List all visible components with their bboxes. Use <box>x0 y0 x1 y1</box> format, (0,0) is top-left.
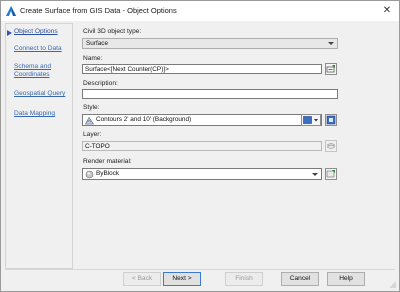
layers-icon <box>326 142 336 150</box>
material-icon <box>85 170 94 179</box>
object-type-label: Civil 3D object type: <box>83 28 142 35</box>
object-type-value: Surface <box>86 40 109 47</box>
next-button[interactable]: Next > <box>163 272 201 286</box>
nav-item-geospatial-query[interactable]: Geospatial Query <box>14 90 65 98</box>
style-edit-dropdown-button[interactable] <box>301 114 321 126</box>
render-material-browse-button[interactable] <box>325 168 337 180</box>
chevron-down-icon <box>328 42 334 45</box>
description-input[interactable] <box>82 89 338 99</box>
style-browse-button[interactable] <box>325 114 337 126</box>
style-value: Contours 2' and 10' (Background) <box>96 116 192 123</box>
footer-divider <box>5 269 395 270</box>
style-select[interactable]: Contours 2' and 10' (Background) <box>82 114 322 126</box>
wizard-nav-panel: Object Options Connect to Data Schema an… <box>5 23 73 269</box>
name-input[interactable]: Surface<[Next Counter(CP)]> <box>82 64 322 74</box>
help-button[interactable]: Help <box>327 272 365 286</box>
nav-item-label: Object Options <box>14 28 58 35</box>
close-button[interactable]: ✕ <box>379 3 395 19</box>
style-label: Style: <box>83 104 100 111</box>
finish-button[interactable]: Finish <box>225 272 263 286</box>
name-label: Name: <box>83 55 103 62</box>
render-material-select[interactable]: ByBlock <box>82 168 322 180</box>
autocad-logo-icon <box>6 6 16 16</box>
current-step-arrow-icon <box>7 30 12 36</box>
layer-label: Layer: <box>83 131 102 138</box>
materials-browser-icon <box>326 170 335 178</box>
nav-item-object-options[interactable]: Object Options <box>6 28 72 36</box>
window-title: Create Surface from GIS Data - Object Op… <box>20 6 177 15</box>
edit-style-icon <box>303 116 318 124</box>
chevron-down-icon <box>312 173 318 176</box>
edit-name-icon <box>326 65 335 73</box>
object-type-select[interactable]: Surface <box>82 38 338 49</box>
layer-field: C-TOPO <box>82 141 322 151</box>
description-label: Description: <box>83 80 118 87</box>
resize-grip-icon[interactable] <box>389 281 396 288</box>
surface-style-icon <box>85 116 94 125</box>
title-bar: Create Surface from GIS Data - Object Op… <box>1 1 399 21</box>
dialog-window: Create Surface from GIS Data - Object Op… <box>0 0 400 292</box>
render-material-label: Render material: <box>83 158 132 165</box>
name-template-button[interactable] <box>325 63 337 75</box>
back-button[interactable]: < Back <box>123 272 161 286</box>
layer-select-button[interactable] <box>325 140 337 152</box>
render-material-value: ByBlock <box>96 170 120 177</box>
cancel-button[interactable]: Cancel <box>281 272 319 286</box>
nav-item-schema-and-coordinates[interactable]: Schema and Coordinates <box>14 63 66 79</box>
nav-item-data-mapping[interactable]: Data Mapping <box>14 110 55 118</box>
style-library-icon <box>326 115 336 125</box>
nav-item-connect-to-data[interactable]: Connect to Data <box>14 45 62 53</box>
